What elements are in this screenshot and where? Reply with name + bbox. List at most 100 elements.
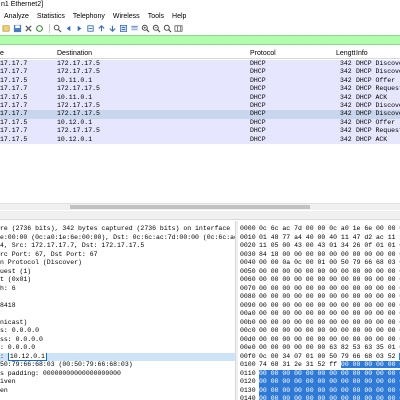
first-packet-icon[interactable] <box>97 24 106 33</box>
menu-telephony[interactable]: Telephony <box>69 13 105 20</box>
hex-row[interactable]: 0050 00 00 00 00 00 00 00 00 00 00 00 00 … <box>238 268 400 277</box>
hex-row[interactable]: 0000 0c 6c ac 7d 00 00 0c a0 1e 6e 00 00 … <box>238 225 400 234</box>
detail-line[interactable]: : 10.12.0.1 <box>0 352 235 361</box>
hex-row[interactable]: 00b0 00 00 00 00 00 00 00 00 00 00 00 00 … <box>238 319 400 328</box>
menu-bar: Analyze Statistics Telephony Wireless To… <box>0 11 400 22</box>
detail-line[interactable] <box>0 310 235 319</box>
detail-line[interactable]: n Protocol (Discover) <box>0 259 235 268</box>
menu-statistics[interactable]: Statistics <box>33 13 65 20</box>
packet-row[interactable]: 17.17.7 172.17.17.5 DHCP 342 DHCP Request <box>0 85 400 94</box>
packet-row[interactable]: 17.17.7 172.17.17.5 DHCP 342 DHCP Discover <box>0 110 400 119</box>
open-file-icon[interactable] <box>2 24 11 33</box>
hex-row[interactable]: 00f0 0c 00 34 07 01 00 50 79 66 68 03 52 … <box>238 352 400 362</box>
pane-splitter[interactable] <box>0 211 400 220</box>
detail-line[interactable]: t (0x01) <box>0 276 235 285</box>
packet-row[interactable]: 17.17.5 10.12.0.1 DHCP 342 DHCP Offer <box>0 118 400 128</box>
hex-row[interactable]: 0060 00 00 00 00 00 00 00 00 00 00 00 00 … <box>238 276 400 285</box>
detail-line[interactable]: ss: 0.0.0.0 <box>0 336 235 345</box>
hex-offset: 0020 <box>240 242 256 249</box>
packet-row[interactable]: 17.17.7 172.17.17.5 DHCP 342 DHCP Discover <box>0 102 400 111</box>
zoom-in-icon[interactable] <box>141 24 150 33</box>
hex-row[interactable]: 0090 00 00 00 00 00 00 00 00 00 00 00 00 … <box>238 302 400 311</box>
scrollbar-thumb[interactable] <box>70 205 310 209</box>
packet-row[interactable]: 17.17.7 172.17.17.5 DHCP 342 DHCP Request <box>0 127 400 136</box>
packet-row[interactable]: 17.17.7 172.17.17.5 DHCP 342 DHCP Discover <box>0 68 400 77</box>
go-forward-icon[interactable] <box>75 24 84 33</box>
column-header-destination[interactable]: Destination <box>57 49 92 59</box>
detail-line[interactable]: rc Port: 67, Dst Port: 67 <box>0 251 235 260</box>
detail-line[interactable]: 8418 <box>0 302 235 311</box>
jump-icon[interactable] <box>86 24 95 33</box>
packet-row[interactable]: 17.17.7 172.17.17.5 DHCP 342 DHCP Discover <box>0 60 400 69</box>
hex-bytes: 00 00 0a 0c 00 01 00 50 79 66 68 03 00 <box>259 259 400 266</box>
menu-wireless[interactable]: Wireless <box>109 13 140 20</box>
go-back-icon[interactable] <box>64 24 73 33</box>
packet-cell-source: 17.17.5 <box>0 93 28 101</box>
detail-line[interactable]: s padding: 00000000000000000000 <box>0 370 235 379</box>
detail-line[interactable]: s: 0.0.0.0 <box>0 327 235 336</box>
hex-row[interactable]: 00c0 00 00 00 00 00 00 00 00 00 00 00 00 … <box>238 327 400 336</box>
reload-icon[interactable] <box>35 24 44 33</box>
display-filter-input[interactable] <box>0 35 400 45</box>
hex-row[interactable]: 0080 00 00 00 00 00 00 00 00 00 00 00 00 … <box>238 293 400 302</box>
detail-line[interactable]: 4, Src: 172.17.17.7, Dst: 172.17.17.5 <box>0 242 235 251</box>
detail-line[interactable]: 50:79:66:68:03 (00:50:79:66:68:03) <box>0 361 235 370</box>
hex-row[interactable]: 0020 11 05 00 43 00 43 01 34 26 0f 01 01 … <box>238 242 400 251</box>
detail-line[interactable] <box>0 293 235 302</box>
detail-line-text: 8418 <box>0 301 16 309</box>
packet-cell-destination: 172.17.17.5 <box>57 85 100 93</box>
hex-bytes: 00 00 00 00 00 00 00 00 00 00 00 00 00 <box>259 386 400 395</box>
autoscroll-icon[interactable] <box>119 24 128 33</box>
packet-cell-destination: 10.12.0.1 <box>57 135 93 143</box>
packet-list-scrollbar[interactable] <box>0 203 400 210</box>
hex-row[interactable]: 0130 00 00 00 00 00 00 00 00 00 00 00 00 … <box>238 386 400 395</box>
packet-row[interactable]: 17.17.5 10.11.0.1 DHCP 342 DHCP Offer <box>0 76 400 86</box>
detail-line[interactable]: uest (1) <box>0 268 235 277</box>
column-header-length[interactable]: Lengtt <box>336 49 355 59</box>
close-file-icon[interactable] <box>24 24 33 33</box>
find-icon[interactable] <box>53 24 62 33</box>
packet-cell-protocol: DHCP <box>250 102 266 109</box>
resize-columns-icon[interactable] <box>174 24 183 33</box>
hex-bytes: 00 00 00 00 00 00 00 00 00 00 00 00 00 <box>259 284 400 292</box>
hex-row[interactable]: 0010 01 48 77 a4 40 00 40 11 47 d2 ac 11 … <box>238 234 400 243</box>
detail-line[interactable]: re (2736 bits), 342 bytes captured (2736… <box>0 225 235 234</box>
hex-row[interactable]: 00d0 00 00 00 00 00 00 00 00 00 00 00 00 … <box>238 336 400 345</box>
hex-bytes-selected: 00 00 00 00 00 00 <box>340 361 400 368</box>
hex-row[interactable]: 0040 00 00 0a 0c 00 01 00 50 79 66 68 03 … <box>238 259 400 268</box>
toolbar-separator <box>49 23 50 33</box>
hex-offset: 0130 <box>240 386 256 394</box>
detail-line[interactable]: en <box>0 387 235 396</box>
column-header-info[interactable]: Info <box>356 49 368 59</box>
zoom-reset-icon[interactable] <box>163 24 172 33</box>
menu-tools[interactable]: Tools <box>144 13 164 20</box>
packet-row[interactable]: 17.17.5 10.11.0.1 DHCP 342 DHCP ACK <box>0 93 400 102</box>
hex-row[interactable]: 0140 00 00 00 00 00 00 00 00 00 00 00 00 … <box>238 395 400 400</box>
detail-line[interactable]: iven <box>0 378 235 387</box>
menu-analyze[interactable]: Analyze <box>0 13 29 20</box>
hex-row[interactable]: 0120 00 00 00 00 00 00 00 00 00 00 00 00 … <box>238 378 400 387</box>
hex-row[interactable]: 00a0 00 00 00 00 00 00 00 00 00 00 00 00 … <box>238 310 400 319</box>
detail-selected-value[interactable]: 10.12.0.1 <box>7 352 47 361</box>
save-icon[interactable] <box>13 24 22 33</box>
last-packet-icon[interactable] <box>108 24 117 33</box>
column-header-source[interactable]: e <box>0 49 4 59</box>
hex-row[interactable]: 0100 74 68 31 2e 31 52 ff 00 00 00 00 00 … <box>238 361 400 370</box>
hex-row[interactable]: 00e0 00 00 00 00 00 00 63 82 53 63 35 01 … <box>238 344 400 353</box>
packet-cell-source: 17.17.7 <box>0 110 28 118</box>
hex-row[interactable]: 0030 84 18 00 00 00 00 00 00 00 00 00 00 … <box>238 251 400 260</box>
detail-line[interactable]: nicast) <box>0 319 235 328</box>
column-header-protocol[interactable]: Protocol <box>250 49 276 59</box>
detail-line[interactable]: h: 6 <box>0 285 235 294</box>
window-title: n1 Ethernet2] <box>0 0 400 10</box>
packet-cell-info: DHCP Discover <box>356 60 400 67</box>
packet-cell-source: 17.17.5 <box>0 135 28 143</box>
hex-row[interactable]: 0110 00 00 00 00 00 00 00 00 00 00 00 00 … <box>238 369 400 378</box>
detail-line[interactable]: e:00:00 (0c:a0:1e:6e:00:00), Dst: 0c:6c:… <box>0 234 235 243</box>
colorize-icon[interactable] <box>130 24 139 33</box>
detail-line[interactable]: : 0.0.0.0 <box>0 344 235 353</box>
menu-help[interactable]: Help <box>168 13 186 20</box>
packet-row[interactable]: 17.17.5 10.12.0.1 DHCP 342 DHCP ACK <box>0 135 400 144</box>
hex-row[interactable]: 0070 00 00 00 00 00 00 00 00 00 00 00 00 … <box>238 285 400 294</box>
zoom-out-icon[interactable] <box>152 24 161 33</box>
